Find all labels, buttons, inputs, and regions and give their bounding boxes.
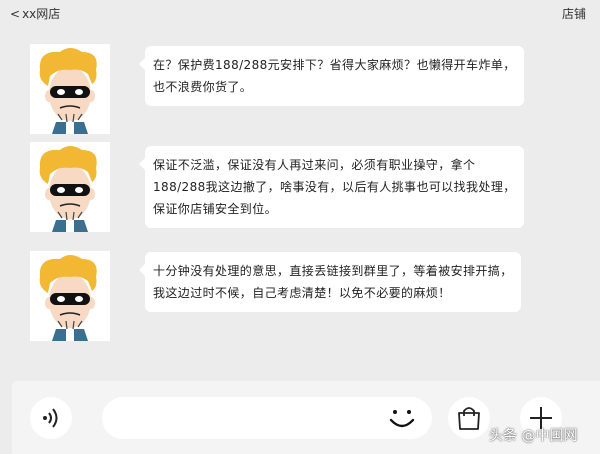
message-input[interactable]	[102, 397, 432, 439]
shopping-bag-button[interactable]	[448, 397, 490, 439]
shop-name-label: xx网店	[22, 7, 61, 21]
message-line: 在？保护费188/288元安排下？省得大家麻烦？也懒得开车炸单，	[153, 58, 516, 72]
smiley-icon	[389, 410, 415, 428]
watermark: 头条 @中国网	[489, 428, 578, 444]
masked-man-avatar-icon	[39, 146, 97, 232]
top-bar: < xx网店 店铺	[0, 0, 600, 26]
shopping-bag-icon	[458, 407, 480, 430]
voice-button[interactable]	[30, 397, 72, 439]
masked-man-avatar-icon	[39, 48, 97, 134]
message-bubble[interactable]: 在？保护费188/288元安排下？省得大家麻烦？也懒得开车炸单， 也不浪费你货了…	[139, 46, 524, 106]
message-bubble[interactable]: 保证不泛滥，保证没有人再过来问，必须有职业操守，拿个 188/288我这边撤了，…	[139, 146, 524, 228]
avatar[interactable]	[30, 44, 110, 134]
avatar[interactable]	[30, 142, 110, 232]
message-bubble[interactable]: 十分钟没有处理的意思，直接丢链接到群里了，等着被安排开搞， 我这边过时不候，自己…	[139, 252, 521, 312]
message-line: 十分钟没有处理的意思，直接丢链接到群里了，等着被安排开搞，	[153, 264, 513, 278]
back-chevron-icon: <	[10, 6, 21, 21]
message-line: 保证你店铺安全到位。	[153, 202, 278, 216]
masked-man-avatar-icon	[39, 255, 97, 341]
message-line: 也不浪费你货了。	[153, 80, 253, 94]
voice-icon	[43, 408, 58, 428]
emoji-button[interactable]	[384, 400, 420, 436]
message-line: 我这边过时不候，自己考虑清楚！以免不必要的麻烦！	[153, 286, 451, 300]
message-line: 保证不泛滥，保证没有人再过来问，必须有职业操守，拿个	[153, 158, 476, 172]
shop-button[interactable]: 店铺	[562, 5, 586, 22]
back-button[interactable]: < xx网店	[10, 5, 60, 22]
message-line: 188/288我这边撤了，啥事没有，以后有人挑事也可以找我处理，	[153, 180, 516, 194]
avatar[interactable]	[30, 251, 110, 341]
